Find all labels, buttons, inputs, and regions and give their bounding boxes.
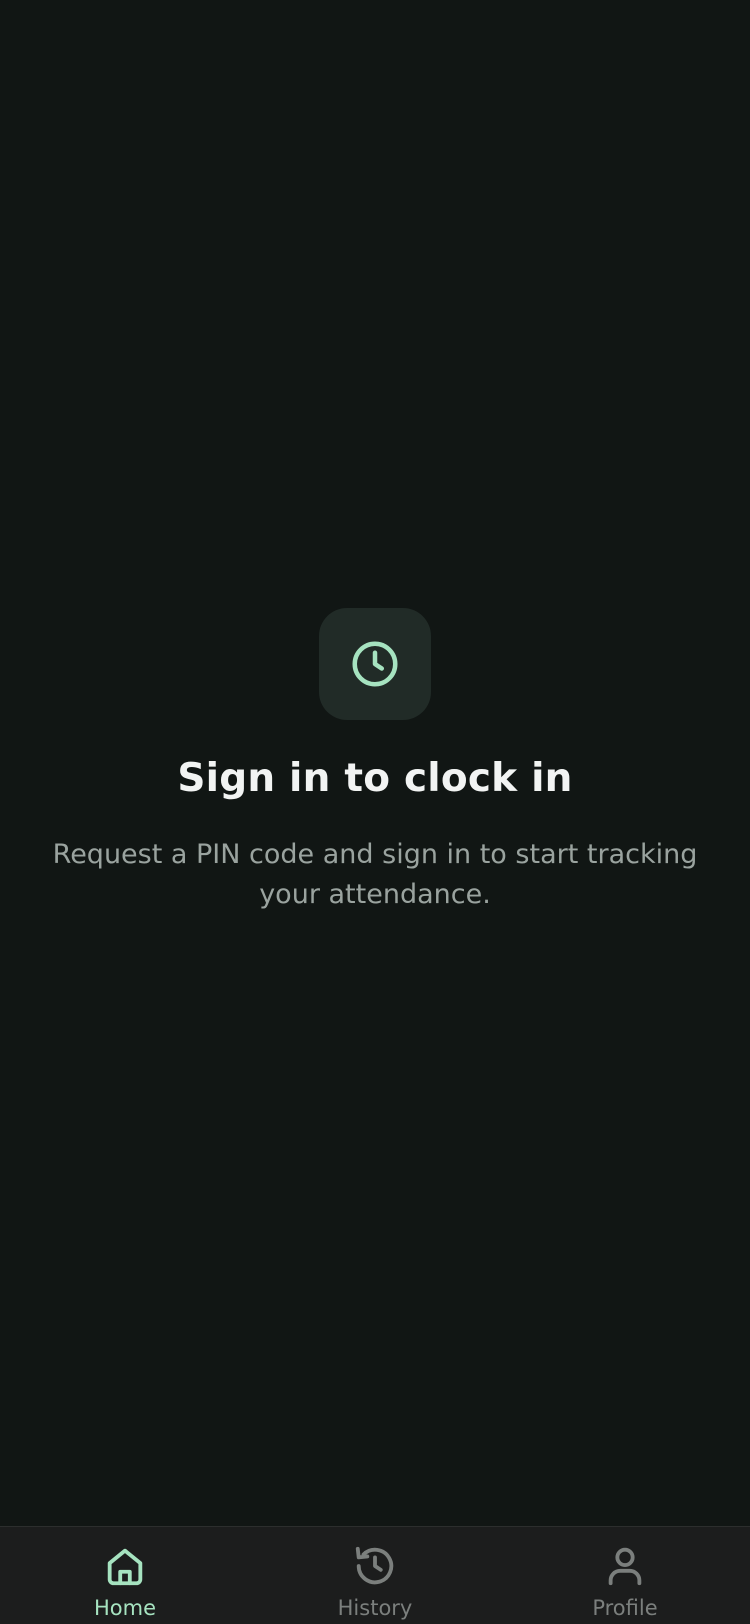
home-icon [107,1548,143,1586]
page-title: Sign in to clock in [177,756,573,801]
clock-icon [352,641,398,687]
app-screen: Sign in to clock in Request a PIN code a… [0,0,750,1624]
tab-profile[interactable]: Profile [500,1527,750,1624]
tab-history[interactable]: History [250,1527,500,1624]
sign-in-empty-state: Sign in to clock in Request a PIN code a… [0,608,750,915]
clock-icon-tile [319,608,431,720]
history-icon [355,1546,394,1585]
page-subtitle: Request a PIN code and sign in to start … [52,838,698,910]
tab-label-home: Home [93,1596,156,1620]
bottom-tab-bar: Home History Profile [0,1526,750,1624]
tab-label-profile: Profile [592,1596,658,1620]
tab-label-history: History [337,1596,413,1620]
profile-icon [608,1547,642,1586]
tab-home[interactable]: Home [0,1527,250,1624]
